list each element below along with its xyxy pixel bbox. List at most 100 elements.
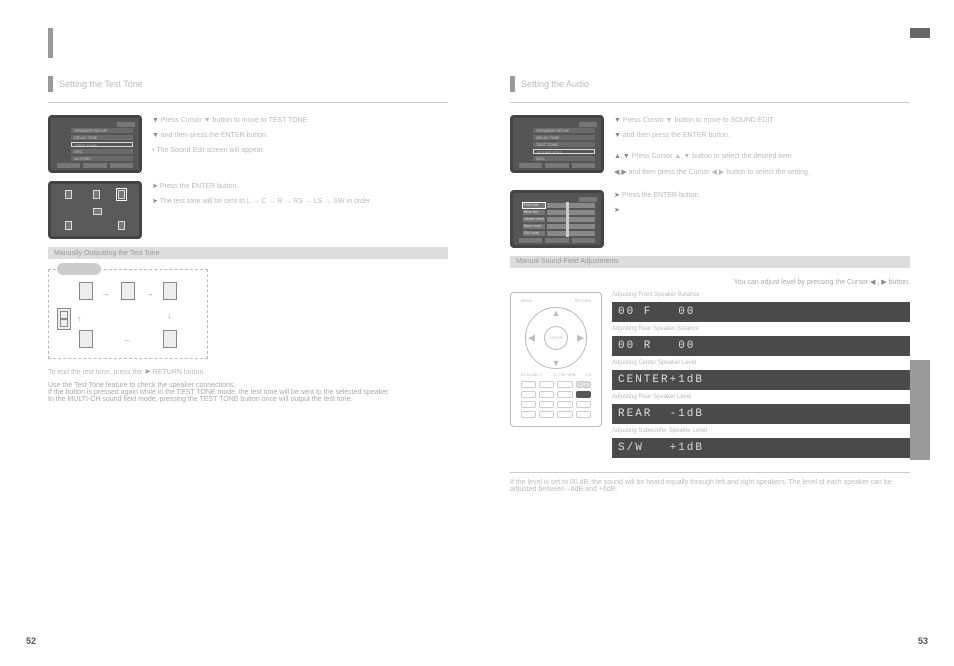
- level-label: Center Level: [523, 217, 545, 222]
- sub-heading-band: Manual Sound-Field Adjustments: [510, 256, 910, 268]
- right-column: Setting the Audio SPEAKER SETUP DELAY TI…: [510, 76, 910, 493]
- display-caption: Adjusting Center Speaker Level: [612, 360, 910, 366]
- left-right-arrow-icon: ◀,▶: [614, 169, 627, 176]
- flow-arrow-icon: ←: [123, 334, 132, 344]
- section-side-tab: [910, 360, 930, 460]
- screen-thumb-menu-1: SPEAKER SETUP DELAY TIME TEST TONE DRC A…: [48, 115, 142, 173]
- step-text: Press Cursor ▼ button to move to TEST TO…: [161, 117, 307, 124]
- screen-thumb-menu-2: SPEAKER SETUP DELAY TIME TEST TONE SOUND…: [510, 115, 604, 173]
- level-label: Rear Bal.: [523, 210, 545, 215]
- step-text: and then press the Cursor ◀,▶ button to …: [629, 169, 810, 176]
- menu-item: AV-SYNC: [71, 156, 133, 161]
- display-caption: Adjusting Front Speaker Balance: [612, 292, 910, 298]
- subwoofer-icon: [57, 308, 71, 330]
- menu-item: TEST TONE: [533, 142, 595, 147]
- display-caption: Adjusting Rear Speaker Level: [612, 394, 910, 400]
- remote-button-grid: [521, 381, 592, 418]
- section-marker: [48, 76, 53, 92]
- up-arrow-icon: ▲: [552, 308, 561, 318]
- display-readout-stack: Adjusting Front Speaker Balance 00 F 00 …: [612, 292, 910, 458]
- menu-item-highlight: TEST TONE: [71, 142, 133, 147]
- speaker-icon: [163, 330, 177, 348]
- lcd-readout: CENTER+1dB: [612, 370, 910, 390]
- instruction-block: ➤ Press the ENTER button. ➤ The test ton…: [152, 181, 448, 211]
- page-header-tab: [48, 28, 53, 58]
- pointer-icon: ➤: [614, 207, 620, 214]
- flow-arrow-icon: →: [101, 288, 110, 298]
- lcd-readout: S/W +1dB: [612, 438, 910, 458]
- display-caption: Adjusting Rear Speaker Balance: [612, 326, 910, 332]
- remote-menu-label: MENU: [521, 298, 533, 303]
- remote-label: CH / RETURN: [553, 373, 576, 377]
- diagram-label-pill: [57, 263, 101, 275]
- instruction-block: ▼ Press Cursor ▼ button to move to TEST …: [152, 115, 448, 161]
- note-text: Use the Test Tone feature to check the s…: [48, 382, 448, 389]
- step-text: Press the ENTER button.: [622, 192, 701, 199]
- remote-return-label: RETURN: [575, 298, 592, 303]
- enter-button-label: ENTER: [544, 326, 568, 350]
- section-title-right: Setting the Audio: [521, 79, 910, 89]
- page-number-right: 53: [918, 636, 928, 646]
- speaker-icon: [163, 282, 177, 300]
- down-arrow-icon: ▼: [152, 132, 159, 139]
- display-caption: Adjusting Subwoofer Speaker Level: [612, 428, 910, 434]
- menu-item: DRC: [533, 156, 595, 161]
- menu-item: DELAY TIME: [71, 135, 133, 140]
- menu-item: DRC: [71, 149, 133, 154]
- instruction-block: ▼ Press Cursor ▼ button to move to SOUND…: [614, 115, 910, 182]
- screen-thumb-speaker-diagram: [48, 181, 142, 239]
- adjust-hint: You can adjust level by pressing the Cur…: [510, 278, 910, 286]
- rule: [48, 102, 448, 103]
- page-edge-tab: [910, 28, 930, 38]
- footer-note: If the level is set to 00 dB, the sound …: [510, 472, 910, 493]
- menu-item: DELAY TIME: [533, 135, 595, 140]
- speaker-sequence-diagram: → → ↓ ← ↑: [48, 269, 208, 359]
- step-text: and then press the ENTER button.: [161, 132, 268, 139]
- down-arrow-icon: ▼: [552, 358, 561, 368]
- remote-control-diagram: MENU RETURN ▲ ▼ ◀ ▶ ENTER EZ SOUND X CH …: [510, 292, 602, 427]
- lcd-readout: 00 F 00: [612, 302, 910, 322]
- menu-item-highlight: SOUND EDIT: [533, 149, 595, 154]
- dpad-icon: ▲ ▼ ◀ ▶ ENTER: [525, 307, 587, 369]
- step-text: Press Cursor ▲,▼ button to select the de…: [632, 153, 792, 160]
- level-label: SW Level: [523, 231, 545, 236]
- sub-heading-band: Manually Outputting the Test Tone: [48, 247, 448, 259]
- rule: [510, 102, 910, 103]
- level-label: Front Bal.: [523, 203, 545, 208]
- note-text: If the button is pressed again while in …: [48, 389, 448, 396]
- menu-item: SPEAKER SETUP: [71, 128, 133, 133]
- dot-icon: •: [152, 147, 154, 154]
- speaker-icon: [79, 282, 93, 300]
- left-column: Setting the Test Tone SPEAKER SETUP DELA…: [48, 76, 448, 403]
- speaker-icon: [79, 330, 93, 348]
- step-text: Press the ENTER button.: [160, 183, 239, 190]
- left-arrow-icon: ◀: [528, 332, 535, 343]
- left-right-arrow-icon: ◀ , ▶: [870, 279, 887, 286]
- screen-thumb-levels: Front Bal. Rear Bal. Center Level Rear L…: [510, 190, 604, 248]
- right-arrow-icon: ▶: [577, 332, 584, 343]
- lcd-readout: REAR -1dB: [612, 404, 910, 424]
- chevron-icon: ➤: [144, 367, 151, 376]
- instruction-block: ➤ Press the ENTER button. ➤: [614, 190, 910, 220]
- remote-label: CH: [586, 373, 591, 377]
- down-arrow-icon: ▼: [152, 117, 159, 124]
- note-text: In the MULTI-CH sound field mode, pressi…: [48, 396, 448, 403]
- level-label: Rear Level: [523, 224, 545, 229]
- step-text: The test tone will be sent to L → C → R …: [160, 198, 372, 205]
- note-bullets: Use the Test Tone feature to check the s…: [48, 382, 448, 403]
- flow-arrow-icon: ↓: [167, 310, 172, 320]
- down-arrow-icon: ▼: [614, 117, 621, 124]
- menu-item: SPEAKER SETUP: [533, 128, 595, 133]
- up-down-arrow-icon: ▲,▼: [614, 153, 630, 160]
- flow-arrow-icon: ↑: [77, 314, 82, 324]
- step-text: The Sound Edit screen will appear.: [156, 147, 264, 154]
- section-title-left: Setting the Test Tone: [59, 79, 448, 89]
- speaker-icon: [121, 282, 135, 300]
- lcd-readout: 00 R 00: [612, 336, 910, 356]
- pointer-icon: ➤: [152, 198, 158, 205]
- step-text: and then press the ENTER button.: [623, 132, 730, 139]
- page-number-left: 52: [26, 636, 36, 646]
- flow-arrow-icon: →: [145, 288, 154, 298]
- note-line: To end the test tone, press the ➤ RETURN…: [48, 367, 448, 376]
- section-marker: [510, 76, 515, 92]
